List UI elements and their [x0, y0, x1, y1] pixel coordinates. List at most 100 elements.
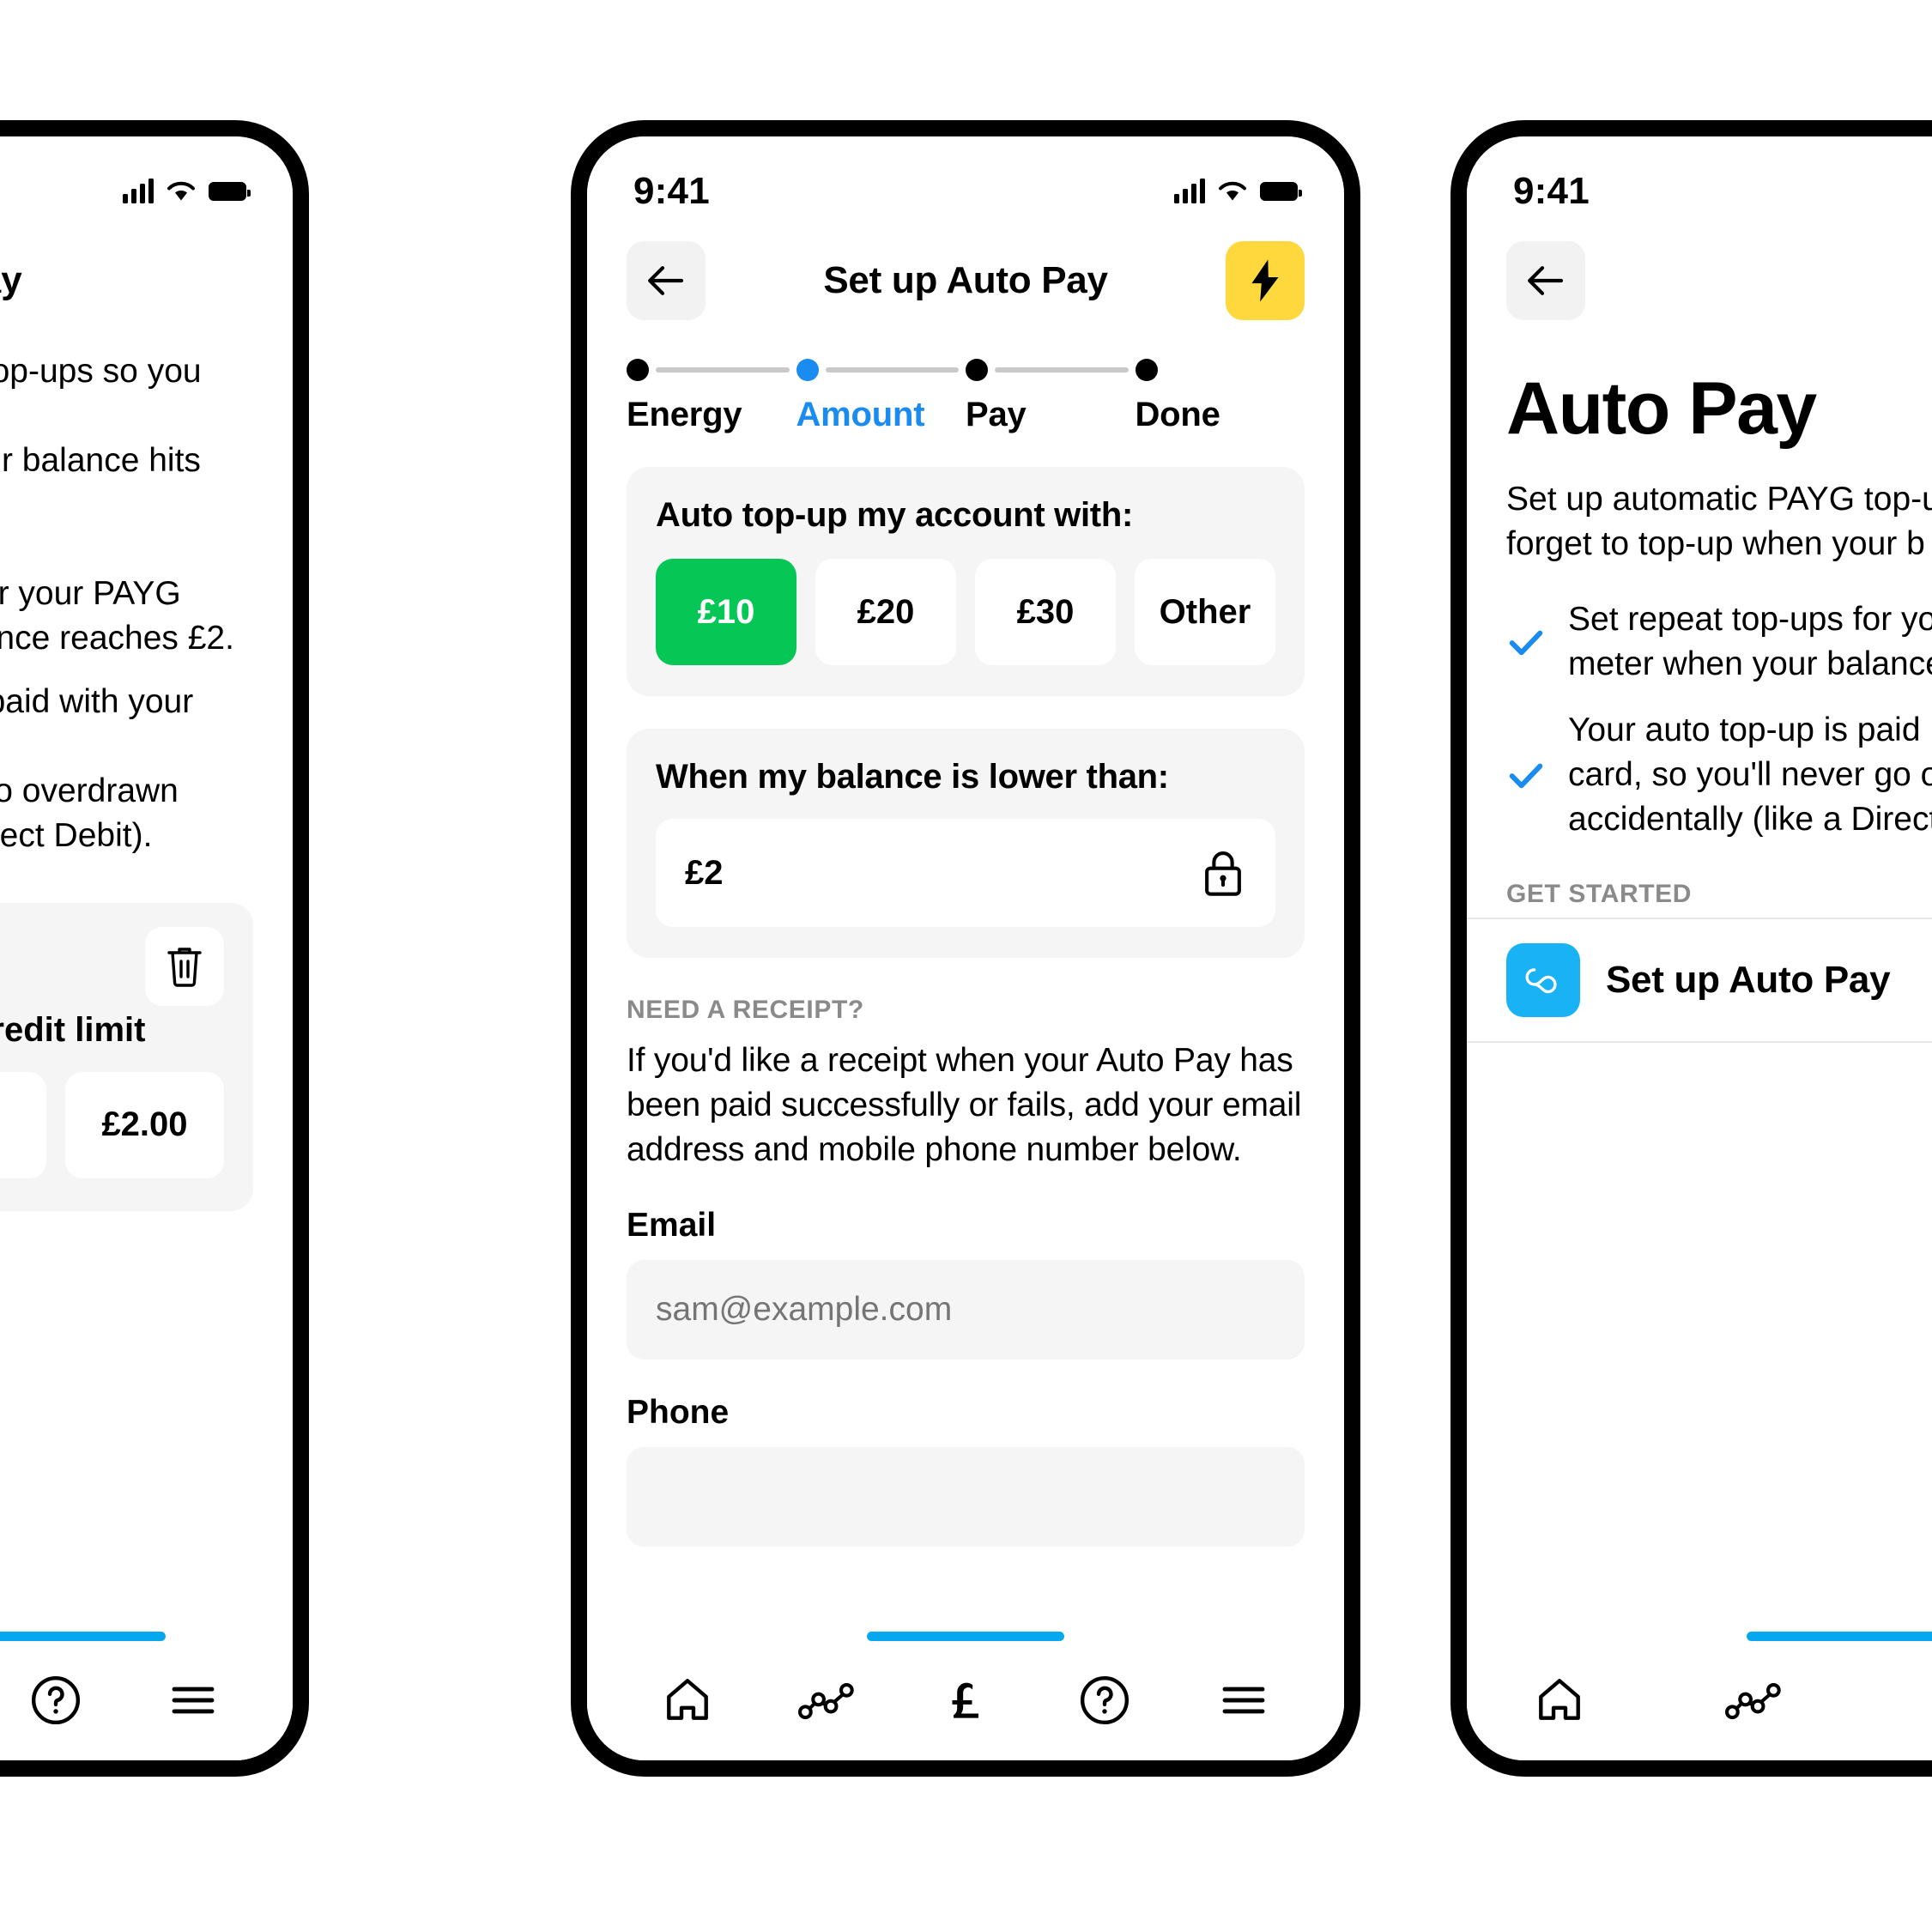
- amount-option-20[interactable]: £20: [815, 559, 956, 665]
- screen-middle: 9:41 Set up Auto Pay Energy Amount Pay D…: [587, 136, 1344, 1760]
- balance-threshold-value: £2: [685, 853, 724, 892]
- lock-icon: [1205, 851, 1241, 896]
- get-started-header: GET STARTED: [1506, 880, 1693, 909]
- wifi-icon: [167, 181, 195, 201]
- intro-line-1: forget to top-up when your b: [1506, 524, 1925, 562]
- tab-home[interactable]: [646, 1659, 729, 1741]
- nav-bar-right: Auto Pay: [1467, 215, 1932, 327]
- step-line: [825, 367, 959, 372]
- home-indicator: [1747, 1632, 1932, 1641]
- benefit-0-line-0: Set repeat top-ups for yo: [1568, 600, 1932, 638]
- step-energy[interactable]: Energy: [627, 356, 796, 434]
- tab-help[interactable]: [15, 1659, 97, 1741]
- trash-icon: [167, 947, 202, 987]
- back-button[interactable]: [1506, 241, 1585, 320]
- balance-threshold-field[interactable]: £2: [656, 819, 1275, 927]
- auto-topup-amount-title: Auto top-up my account with:: [656, 496, 1133, 534]
- benefit-1-line-1: card, so you'll never go ov: [1568, 756, 1932, 794]
- arrow-left-icon: [648, 266, 684, 295]
- status-bar-middle: 9:41: [587, 136, 1344, 215]
- left-bullet-line-3: ll never go overdrawn: [0, 772, 179, 809]
- credit-limit-value[interactable]: £2.00: [65, 1071, 224, 1178]
- tab-bar-middle: [587, 1659, 1344, 1741]
- setup-stepper: Energy Amount Pay Done: [587, 327, 1344, 434]
- balance-threshold-card: When my balance is lower than: £2: [627, 729, 1305, 958]
- receipt-section: NEED A RECEIPT? If you'd like a receipt …: [587, 958, 1344, 1547]
- step-amount[interactable]: Amount: [796, 356, 966, 434]
- left-lead-line-0: c PAYG top-ups so you never: [0, 353, 202, 390]
- step-dot: [966, 359, 988, 381]
- tab-menu[interactable]: [1202, 1659, 1285, 1741]
- phone-frame-right: 9:41 Auto Pay Auto Pay Set up automatic …: [1451, 120, 1932, 1777]
- status-time: 9:41: [1513, 170, 1590, 212]
- back-button[interactable]: [627, 241, 706, 320]
- auto-topup-amount-card: Auto top-up my account with: £10 £20 £30…: [627, 467, 1305, 696]
- status-icons: [123, 179, 251, 203]
- tab-bar-right: [1467, 1659, 1932, 1741]
- tab-payments[interactable]: [924, 1659, 1007, 1741]
- pound-icon: [952, 1682, 978, 1718]
- bottom-bar-right: [1467, 1632, 1932, 1760]
- step-pay[interactable]: Pay: [966, 356, 1136, 434]
- home-indicator: [0, 1632, 166, 1641]
- step-label-amount: Amount: [796, 396, 925, 433]
- left-bullet-text: op-ups for your PAYG your balance reache…: [0, 527, 293, 857]
- step-label-pay: Pay: [966, 396, 1027, 433]
- benefit-text: Your auto top-up is paid card, so you'll…: [1568, 708, 1932, 842]
- tab-usage[interactable]: [785, 1659, 868, 1741]
- menu-icon: [172, 1687, 215, 1714]
- amount-option-10[interactable]: £10: [656, 559, 796, 665]
- tab-home[interactable]: [1518, 1659, 1601, 1741]
- left-bullet-line-4: (like a Direct Debit).: [0, 816, 153, 854]
- phone-input[interactable]: [627, 1446, 1305, 1547]
- list-item-set-up-auto-pay[interactable]: Set up Auto Pay: [1467, 918, 1932, 1044]
- usage-graph-icon: [1725, 1682, 1781, 1720]
- nav-bar-middle: Set up Auto Pay: [587, 215, 1344, 327]
- amount-option-30[interactable]: £30: [975, 559, 1116, 665]
- status-icons: [1174, 179, 1302, 203]
- home-icon: [667, 1679, 708, 1720]
- screen-right: 9:41 Auto Pay Auto Pay Set up automatic …: [1467, 136, 1932, 1760]
- phone-frame-middle: 9:41 Set up Auto Pay Energy Amount Pay D…: [571, 120, 1360, 1777]
- cellular-signal-icon: [1174, 179, 1205, 203]
- help-icon: [1080, 1675, 1130, 1725]
- home-indicator: [867, 1632, 1064, 1641]
- nav-bar-left: Auto Pay: [0, 215, 293, 327]
- step-dot: [1135, 359, 1158, 381]
- step-done[interactable]: Done: [1135, 356, 1305, 434]
- receipt-body: If you'd like a receipt when your Auto P…: [627, 1042, 1302, 1168]
- tab-help[interactable]: [1063, 1659, 1146, 1741]
- cellular-signal-icon: [123, 179, 154, 203]
- step-track: [966, 356, 1136, 384]
- delete-button[interactable]: [145, 926, 224, 1006]
- pound-icon: [1921, 1674, 1932, 1727]
- credit-limit-fields: £2.00: [0, 1071, 224, 1178]
- credit-limit-field-left[interactable]: [0, 1071, 46, 1178]
- tab-usage[interactable]: [1712, 1659, 1795, 1741]
- battery-icon: [1260, 182, 1302, 201]
- email-input[interactable]: [627, 1259, 1305, 1360]
- wifi-icon: [1219, 181, 1246, 201]
- amount-options: £10 £20 £30 Other: [656, 559, 1275, 665]
- amount-option-other[interactable]: Other: [1135, 559, 1275, 665]
- tab-bar-left: [0, 1659, 293, 1741]
- page-heading-right: Auto Pay: [1506, 367, 1817, 450]
- step-track: [796, 356, 966, 384]
- lightning-bolt-icon: [1251, 259, 1279, 302]
- tab-payments[interactable]: [1906, 1659, 1932, 1741]
- intro-text-right: Set up automatic PAYG top-u forget to to…: [1467, 451, 1932, 566]
- menu-icon: [1222, 1687, 1265, 1714]
- arrow-left-icon: [1528, 266, 1564, 295]
- benefit-1-line-0: Your auto top-up is paid: [1568, 712, 1921, 749]
- left-bullet-line-1: your balance reaches £2.: [0, 620, 234, 657]
- benefit-text: Set repeat top-ups for yo meter when you…: [1568, 597, 1932, 687]
- step-label-energy: Energy: [627, 396, 742, 433]
- benefits-list: Set repeat top-ups for yo meter when you…: [1467, 566, 1932, 842]
- home-icon: [1539, 1679, 1580, 1720]
- step-track: [627, 356, 796, 384]
- boost-button[interactable]: [1226, 241, 1305, 320]
- status-bar-right: 9:41: [1467, 136, 1932, 215]
- infinity-tile: [1506, 943, 1580, 1018]
- left-bullet-line-2: op-up is paid with your bank: [0, 683, 194, 721]
- tab-menu[interactable]: [152, 1659, 234, 1741]
